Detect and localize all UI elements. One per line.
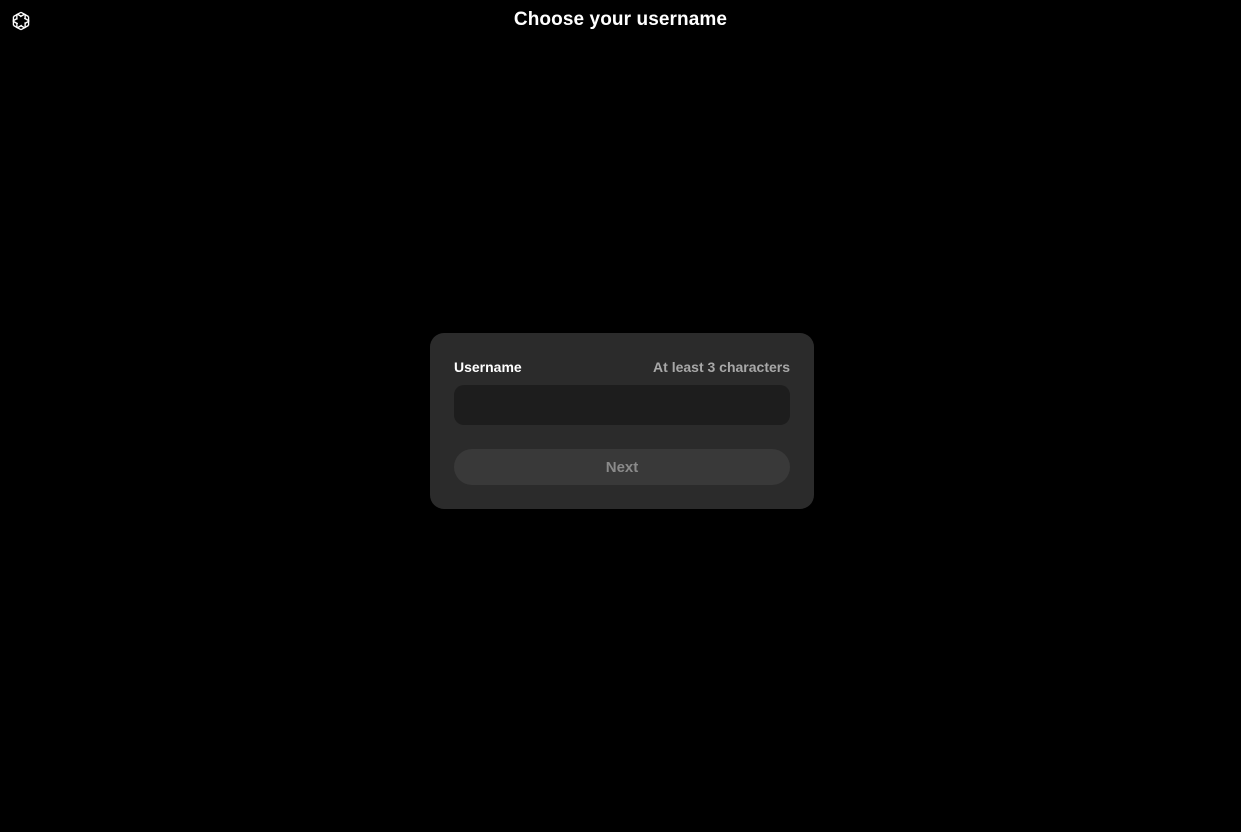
username-label: Username xyxy=(454,359,522,375)
username-label-row: Username At least 3 characters xyxy=(454,358,790,376)
next-button[interactable]: Next xyxy=(454,449,790,485)
username-page: Choose your username Username At least 3… xyxy=(0,0,1241,832)
username-form-card: Username At least 3 characters Next xyxy=(430,333,814,509)
page-title: Choose your username xyxy=(513,9,728,30)
username-requirement-hint: At least 3 characters xyxy=(653,359,790,375)
username-input[interactable] xyxy=(454,385,790,425)
